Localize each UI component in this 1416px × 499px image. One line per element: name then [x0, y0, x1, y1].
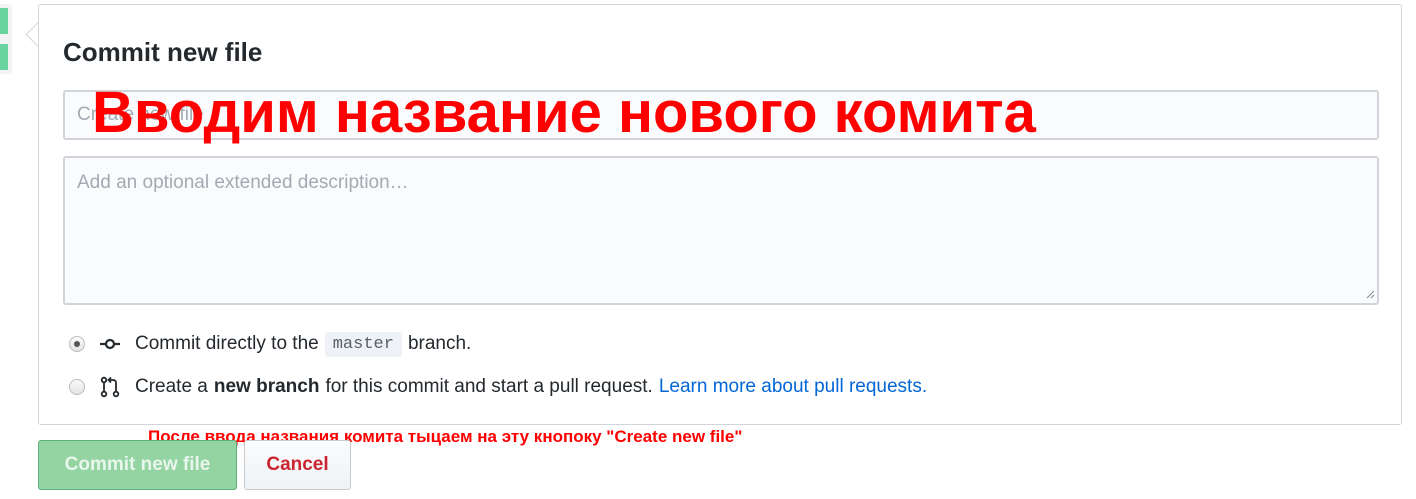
commit-new-file-button[interactable]: Commit new file — [38, 440, 237, 490]
git-pull-request-icon — [100, 376, 120, 398]
commit-panel: Commit new file Commit directly to the m… — [38, 4, 1402, 425]
option-new-branch-prefix: Create a — [135, 376, 208, 397]
option-direct-suffix: branch. — [407, 333, 472, 354]
learn-more-link[interactable]: Learn more about pull requests. — [659, 376, 927, 398]
commit-title: Commit new file — [63, 37, 263, 67]
cancel-button[interactable]: Cancel — [244, 440, 351, 490]
git-commit-icon — [100, 338, 120, 350]
option-commit-directly[interactable]: Commit directly to the master branch. — [69, 330, 471, 358]
option-direct-prefix: Commit directly to the — [135, 333, 319, 354]
annotation-heading: Вводим название нового комита — [92, 80, 1036, 145]
radio-commit-directly[interactable] — [69, 336, 85, 352]
annotation-note: После ввода названия комита тыцаем на эт… — [148, 427, 743, 446]
commit-description-input[interactable] — [63, 156, 1379, 305]
branch-name: master — [324, 331, 402, 357]
commit-form-screen: Commit new file Commit directly to the m… — [0, 0, 1416, 499]
avatar-block — [0, 8, 8, 34]
avatar — [0, 4, 12, 74]
option-new-branch[interactable]: Create a new branch for this commit and … — [69, 373, 927, 401]
avatar-block — [0, 44, 8, 70]
radio-new-branch[interactable] — [69, 379, 85, 395]
option-new-branch-bold: new branch — [213, 376, 320, 397]
resize-handle-icon[interactable] — [1365, 289, 1375, 299]
option-new-branch-suffix: for this commit and start a pull request… — [325, 376, 653, 397]
